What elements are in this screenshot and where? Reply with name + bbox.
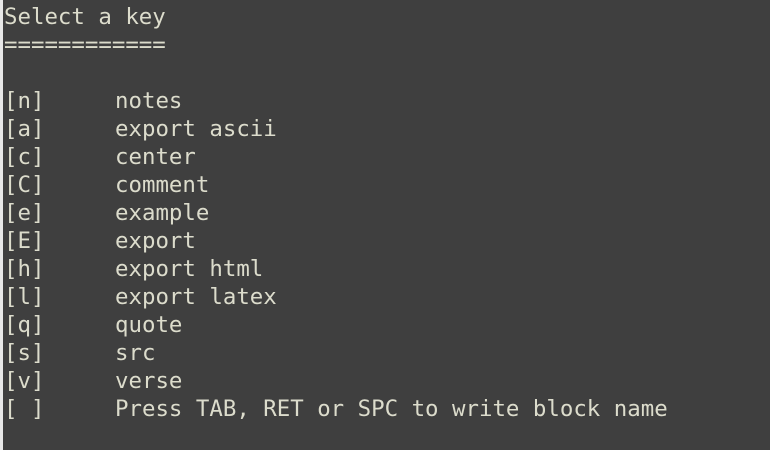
- menu-item-label: export latex: [115, 284, 277, 310]
- menu-item-key: [h]: [4, 256, 45, 282]
- menu-item-export[interactable]: [E] export: [4, 227, 770, 255]
- menu-item-label: export html: [115, 256, 264, 282]
- menu-item-key: [C]: [4, 172, 45, 198]
- menu-title: Select a key: [4, 4, 166, 30]
- menu-item-block-name-prompt[interactable]: [ ] Press TAB, RET or SPC to write block …: [4, 395, 770, 423]
- menu-item-key: [e]: [4, 200, 45, 226]
- menu-item-comment[interactable]: [C] comment: [4, 171, 770, 199]
- menu-item-label: center: [115, 144, 196, 170]
- menu-item-key: [q]: [4, 312, 45, 338]
- menu-item-label: Press TAB, RET or SPC to write block nam…: [115, 396, 668, 422]
- menu-item-key: [a]: [4, 116, 45, 142]
- menu-item-key: [E]: [4, 228, 45, 254]
- menu-item-key: [v]: [4, 368, 45, 394]
- menu-item-label: quote: [115, 312, 183, 338]
- menu-item-label: export ascii: [115, 116, 277, 142]
- menu-item-key: [l]: [4, 284, 45, 310]
- window-left-border: [0, 0, 3, 450]
- menu-item-center[interactable]: [c] center: [4, 143, 770, 171]
- menu-item-label: src: [115, 340, 156, 366]
- menu-item-verse[interactable]: [v] verse: [4, 367, 770, 395]
- terminal-buffer: Select a key ============ [n] notes [a] ex…: [0, 0, 770, 450]
- menu-item-export-html[interactable]: [h] export html: [4, 255, 770, 283]
- menu-item-notes[interactable]: [n] notes: [4, 87, 770, 115]
- key-selection-menu: Select a key ============ [n] notes [a] ex…: [4, 3, 770, 423]
- menu-item-label: notes: [115, 88, 183, 114]
- menu-item-key: [n]: [4, 88, 45, 114]
- menu-item-example[interactable]: [e] example: [4, 199, 770, 227]
- menu-item-export-ascii[interactable]: [a] export ascii: [4, 115, 770, 143]
- menu-item-quote[interactable]: [q] quote: [4, 311, 770, 339]
- menu-item-label: comment: [115, 172, 210, 198]
- menu-item-label: export: [115, 228, 196, 254]
- menu-item-key: [ ]: [4, 396, 45, 422]
- menu-item-key: [s]: [4, 340, 45, 366]
- menu-title-underline: ============: [4, 32, 166, 58]
- menu-item-src[interactable]: [s] src: [4, 339, 770, 367]
- menu-item-key: [c]: [4, 144, 45, 170]
- menu-item-export-latex[interactable]: [l] export latex: [4, 283, 770, 311]
- menu-item-label: example: [115, 200, 210, 226]
- menu-item-label: verse: [115, 368, 183, 394]
